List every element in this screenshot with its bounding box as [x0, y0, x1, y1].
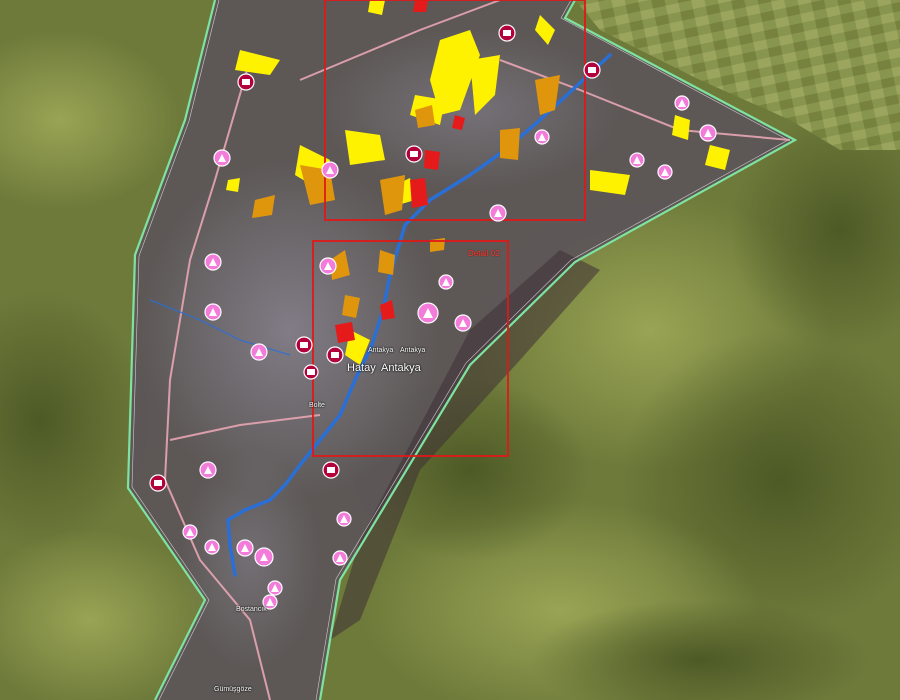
satellite-damage-map[interactable]: Detail 02 Antakya Antakya Hatay Antakya … — [0, 0, 900, 700]
critical-facility-icon — [405, 145, 423, 163]
critical-facility-icon — [295, 336, 313, 354]
critical-facility-icon — [303, 364, 319, 380]
emergency-site-icon — [674, 95, 690, 111]
map-canvas — [0, 0, 900, 700]
emergency-site-icon — [417, 302, 439, 324]
emergency-site-icon — [657, 164, 673, 180]
emergency-site-icon — [204, 253, 222, 271]
emergency-site-icon — [629, 152, 645, 168]
emergency-site-icon — [262, 594, 278, 610]
emergency-site-icon — [213, 149, 231, 167]
critical-facility-icon — [149, 474, 167, 492]
emergency-site-icon — [332, 550, 348, 566]
critical-facility-icon — [498, 24, 516, 42]
emergency-site-icon — [699, 124, 717, 142]
emergency-site-icon — [199, 461, 217, 479]
emergency-site-icon — [250, 343, 268, 361]
emergency-site-icon — [534, 129, 550, 145]
emergency-site-icon — [336, 511, 352, 527]
critical-facility-icon — [237, 73, 255, 91]
emergency-site-icon — [204, 539, 220, 555]
emergency-site-icon — [204, 303, 222, 321]
critical-facility-icon — [583, 61, 601, 79]
emergency-site-icon — [182, 524, 198, 540]
critical-facility-icon — [326, 346, 344, 364]
emergency-site-icon — [236, 539, 254, 557]
emergency-site-icon — [489, 204, 507, 222]
critical-facility-icon — [322, 461, 340, 479]
emergency-site-icon — [321, 161, 339, 179]
emergency-site-icon — [454, 314, 472, 332]
emergency-site-icon — [438, 274, 454, 290]
emergency-site-icon — [267, 580, 283, 596]
emergency-site-icon — [254, 547, 274, 567]
emergency-site-icon — [319, 257, 337, 275]
